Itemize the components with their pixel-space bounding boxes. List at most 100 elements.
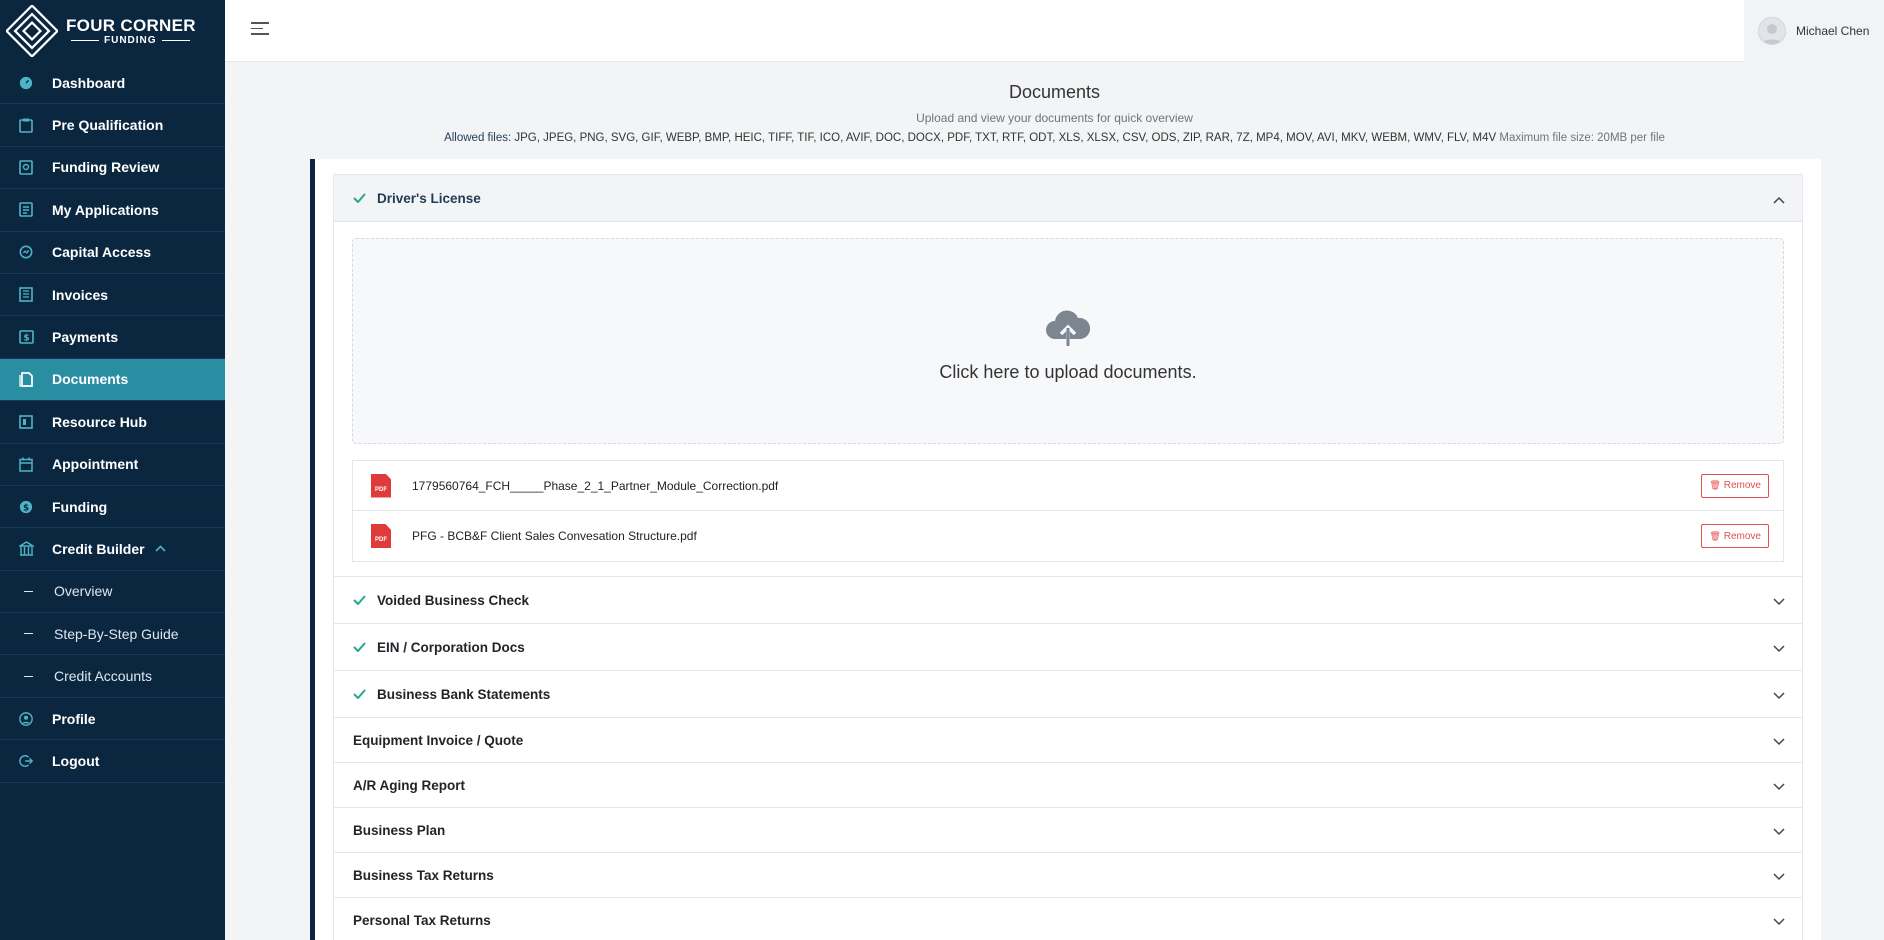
remove-file-button[interactable]: 🗑 Remove bbox=[1701, 473, 1769, 498]
sidebar-item-pre-qualification[interactable]: Pre Qualification bbox=[0, 104, 225, 147]
brand-logo[interactable]: FOUR CORNER FUNDING bbox=[0, 0, 225, 62]
page-title: Documents bbox=[1008, 82, 1101, 102]
sidebar-item-label: Invoices bbox=[52, 286, 109, 303]
remove-file-button[interactable]: 🗑 Remove bbox=[1701, 524, 1769, 548]
trash-icon: 🗑 bbox=[1709, 480, 1721, 490]
dollar-icon: $ bbox=[18, 499, 34, 515]
section-header-ar-aging-report[interactable]: A/R Aging Report bbox=[334, 763, 1802, 808]
section-title: Business Plan bbox=[353, 822, 446, 838]
documents-card: Driver's License Click here to upload do… bbox=[310, 159, 1821, 940]
sidebar-item-label: Profile bbox=[52, 710, 96, 727]
file-name[interactable]: PFG - BCB&F Client Sales Convesation Str… bbox=[412, 529, 1701, 543]
sidebar-item-funding[interactable]: $ Funding bbox=[0, 486, 225, 529]
remove-label: Remove bbox=[1723, 530, 1761, 542]
section-header-equipment-invoice-quote[interactable]: Equipment Invoice / Quote bbox=[334, 718, 1802, 763]
sidebar-subitem-step-by-step-guide[interactable]: Step-By-Step Guide bbox=[0, 613, 225, 656]
cloud-upload-icon bbox=[1046, 310, 1091, 346]
user-name: Michael Chen bbox=[1796, 24, 1870, 38]
chevron-down-icon[interactable] bbox=[1773, 641, 1785, 653]
section-header-drivers-license[interactable]: Driver's License bbox=[334, 175, 1802, 222]
sidebar-item-payments[interactable]: $ Payments bbox=[0, 316, 225, 359]
sidebar-item-my-applications[interactable]: My Applications bbox=[0, 189, 225, 232]
sidebar-item-capital-access[interactable]: Capital Access bbox=[0, 232, 225, 274]
section-header-business-tax-returns[interactable]: Business Tax Returns bbox=[334, 853, 1802, 898]
chevron-up-icon[interactable] bbox=[155, 543, 166, 555]
sidebar-item-label: Payments bbox=[52, 329, 119, 346]
sidebar-item-funding-review[interactable]: Funding Review bbox=[0, 147, 225, 190]
document-accordion: Driver's License Click here to upload do… bbox=[333, 174, 1803, 940]
menu-toggle-icon[interactable] bbox=[251, 22, 269, 38]
pdf-file-icon: PDF bbox=[371, 524, 391, 548]
allowed-files-label: Allowed files: bbox=[444, 132, 512, 144]
sidebar-item-label: Appointment bbox=[52, 456, 139, 473]
chevron-down-icon[interactable] bbox=[1773, 824, 1785, 836]
chevron-down-icon[interactable] bbox=[1773, 779, 1785, 791]
chevron-down-icon[interactable] bbox=[1773, 594, 1785, 606]
sidebar-subitem-label: Credit Accounts bbox=[54, 668, 153, 685]
section-header-voided-business-check[interactable]: Voided Business Check bbox=[334, 577, 1802, 624]
chevron-down-icon[interactable] bbox=[1773, 688, 1785, 700]
user-circle-icon bbox=[18, 711, 34, 727]
pdf-file-icon: PDF bbox=[371, 473, 391, 498]
file-row: PDF PFG - BCB&F Client Sales Convesation… bbox=[353, 511, 1783, 561]
allowed-file-types: JPG, JPEG, PNG, SVG, GIF, WEBP, BMP, HEI… bbox=[514, 132, 1497, 144]
sidebar-subitem-credit-accounts[interactable]: Credit Accounts bbox=[0, 655, 225, 698]
sidebar: FOUR CORNER FUNDING Dashboard Pre Qualif… bbox=[0, 0, 225, 940]
sidebar-item-logout[interactable]: Logout bbox=[0, 740, 225, 783]
payment-icon: $ bbox=[18, 329, 34, 345]
sidebar-item-label: Funding Review bbox=[52, 159, 160, 176]
svg-text:$: $ bbox=[23, 503, 29, 513]
sidebar-subitem-label: Step-By-Step Guide bbox=[54, 625, 179, 642]
logout-icon bbox=[18, 753, 34, 769]
resource-icon bbox=[18, 414, 34, 430]
section-header-business-bank-statements[interactable]: Business Bank Statements bbox=[334, 671, 1802, 718]
section-title: Business Tax Returns bbox=[353, 867, 494, 883]
section-header-personal-tax-returns[interactable]: Personal Tax Returns bbox=[334, 898, 1802, 940]
sidebar-item-label: Documents bbox=[52, 371, 129, 388]
section-title: Equipment Invoice / Quote bbox=[353, 732, 524, 748]
check-icon bbox=[353, 640, 367, 655]
chevron-down-icon[interactable] bbox=[1773, 869, 1785, 881]
chevron-down-icon[interactable] bbox=[1773, 734, 1785, 746]
calendar-icon bbox=[18, 456, 34, 472]
sidebar-item-label: Funding bbox=[52, 498, 108, 515]
sidebar-item-label: My Applications bbox=[52, 201, 159, 218]
allowed-files-info: Allowed files: JPG, JPEG, PNG, SVG, GIF,… bbox=[225, 132, 1884, 144]
chevron-down-icon[interactable] bbox=[1773, 914, 1785, 926]
sidebar-item-credit-builder[interactable]: Credit Builder bbox=[0, 528, 225, 571]
sidebar-item-documents[interactable]: Documents bbox=[0, 358, 225, 402]
page-subtitle: Upload and view your documents for quick… bbox=[916, 111, 1193, 125]
sidebar-item-profile[interactable]: Profile bbox=[0, 698, 225, 741]
section-header-ein-corporation-docs[interactable]: EIN / Corporation Docs bbox=[334, 624, 1802, 671]
bank-icon bbox=[18, 541, 34, 557]
section-body-drivers-license: Click here to upload documents. PDF 1779… bbox=[334, 222, 1802, 577]
section-title: EIN / Corporation Docs bbox=[377, 639, 525, 655]
user-menu[interactable]: Michael Chen bbox=[1744, 0, 1884, 62]
check-icon bbox=[353, 687, 367, 702]
sidebar-subitem-overview[interactable]: Overview bbox=[0, 571, 225, 614]
applications-icon bbox=[18, 202, 34, 218]
section-title: Voided Business Check bbox=[377, 592, 530, 608]
sidebar-item-dashboard[interactable]: Dashboard bbox=[0, 62, 225, 105]
page-header: Documents Upload and view your documents… bbox=[225, 82, 1884, 144]
sidebar-item-invoices[interactable]: Invoices bbox=[0, 274, 225, 317]
sidebar-item-label: Capital Access bbox=[52, 244, 152, 261]
chevron-up-icon[interactable] bbox=[1773, 192, 1785, 204]
sidebar-item-resource-hub[interactable]: Resource Hub bbox=[0, 401, 225, 444]
sidebar-item-label: Pre Qualification bbox=[52, 117, 164, 134]
file-name[interactable]: 1779560764_FCH_____Phase_2_1_Partner_Mod… bbox=[412, 479, 1701, 493]
upload-prompt: Click here to upload documents. bbox=[939, 361, 1197, 382]
dashboard-icon bbox=[18, 75, 34, 91]
section-title: Driver's License bbox=[377, 190, 481, 206]
sidebar-item-appointment[interactable]: Appointment bbox=[0, 444, 225, 486]
file-row: PDF 1779560764_FCH_____Phase_2_1_Partner… bbox=[353, 461, 1783, 511]
section-header-business-plan[interactable]: Business Plan bbox=[334, 808, 1802, 853]
svg-text:$: $ bbox=[23, 334, 29, 344]
sidebar-item-label: Logout bbox=[52, 752, 100, 769]
sidebar-nav: Dashboard Pre Qualification Funding Revi… bbox=[0, 62, 225, 783]
uploaded-files-list: PDF 1779560764_FCH_____Phase_2_1_Partner… bbox=[352, 460, 1784, 562]
avatar bbox=[1758, 17, 1786, 45]
sidebar-item-label: Dashboard bbox=[52, 74, 126, 91]
sidebar-item-label: Credit Builder bbox=[52, 540, 145, 557]
upload-dropzone[interactable]: Click here to upload documents. bbox=[352, 238, 1784, 444]
